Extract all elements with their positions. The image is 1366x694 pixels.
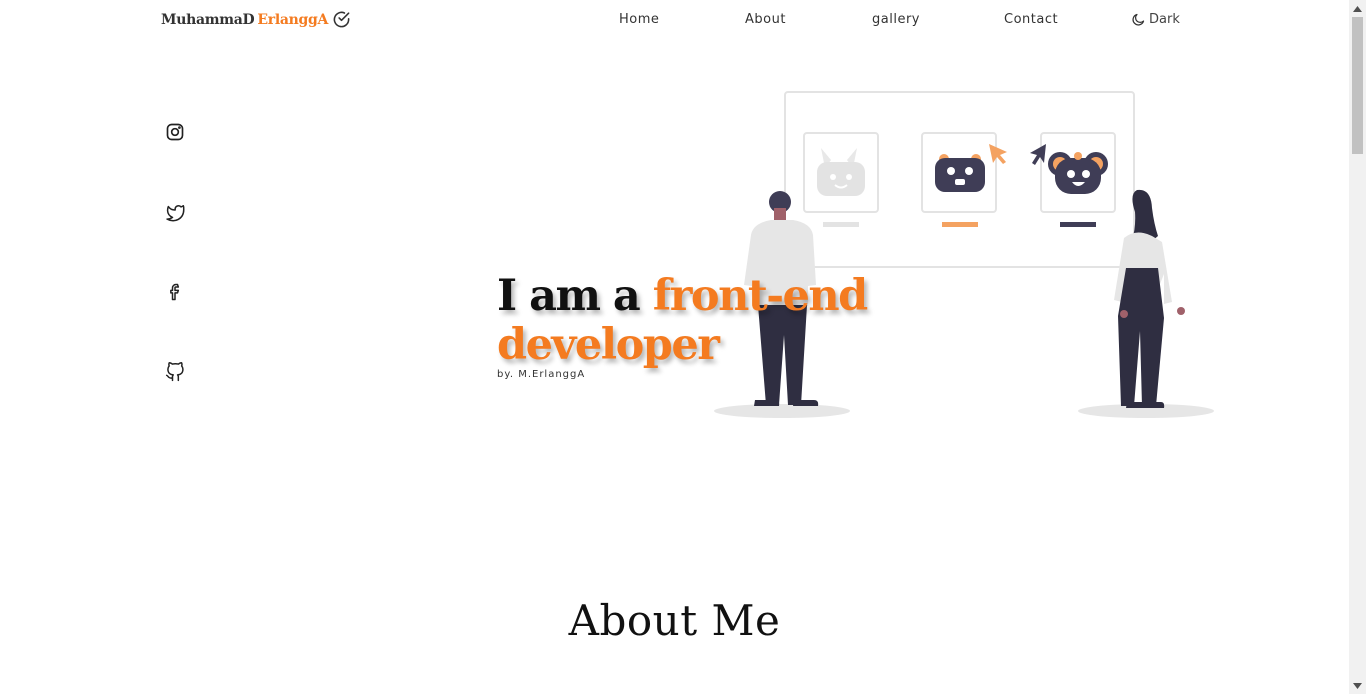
nav-link-home[interactable]: Home	[619, 12, 659, 27]
github-icon[interactable]	[165, 362, 185, 382]
hero-byline: by. M.ErlanggA	[497, 369, 586, 380]
moon-icon	[1131, 12, 1149, 27]
nav-link-gallery[interactable]: gallery	[872, 12, 920, 27]
hero-line2-accent: developer	[497, 320, 720, 370]
hero-title: I am a front-end developer	[497, 271, 869, 370]
site-logo[interactable]: MuhammaD ErlanggA	[161, 10, 351, 29]
twitter-icon[interactable]	[165, 202, 185, 222]
dark-mode-label: Dark	[1149, 12, 1180, 27]
facebook-icon[interactable]	[165, 282, 185, 302]
logo-first-name: MuhammaD	[161, 11, 255, 28]
dark-mode-toggle[interactable]: Dark	[1131, 12, 1180, 27]
instagram-icon[interactable]	[165, 122, 185, 142]
vertical-scrollbar[interactable]	[1349, 0, 1366, 694]
hero-line1-dark: I am a	[497, 271, 653, 321]
logo-last-name: ErlanggA	[257, 11, 329, 28]
developers-illustration	[714, 91, 1214, 418]
nav-link-about[interactable]: About	[745, 12, 786, 27]
scroll-up-arrow-icon[interactable]	[1349, 0, 1366, 17]
page: MuhammaD ErlanggA Home About gallery Con…	[0, 0, 1349, 694]
navbar: MuhammaD ErlanggA Home About gallery Con…	[0, 0, 1349, 40]
about-title: About Me	[568, 596, 781, 645]
check-circle-icon	[332, 10, 351, 29]
scroll-down-arrow-icon[interactable]	[1349, 677, 1366, 694]
scroll-thumb[interactable]	[1352, 17, 1363, 154]
nav-link-contact[interactable]: Contact	[1004, 12, 1058, 27]
hero-line1-accent: front-end	[652, 271, 869, 321]
